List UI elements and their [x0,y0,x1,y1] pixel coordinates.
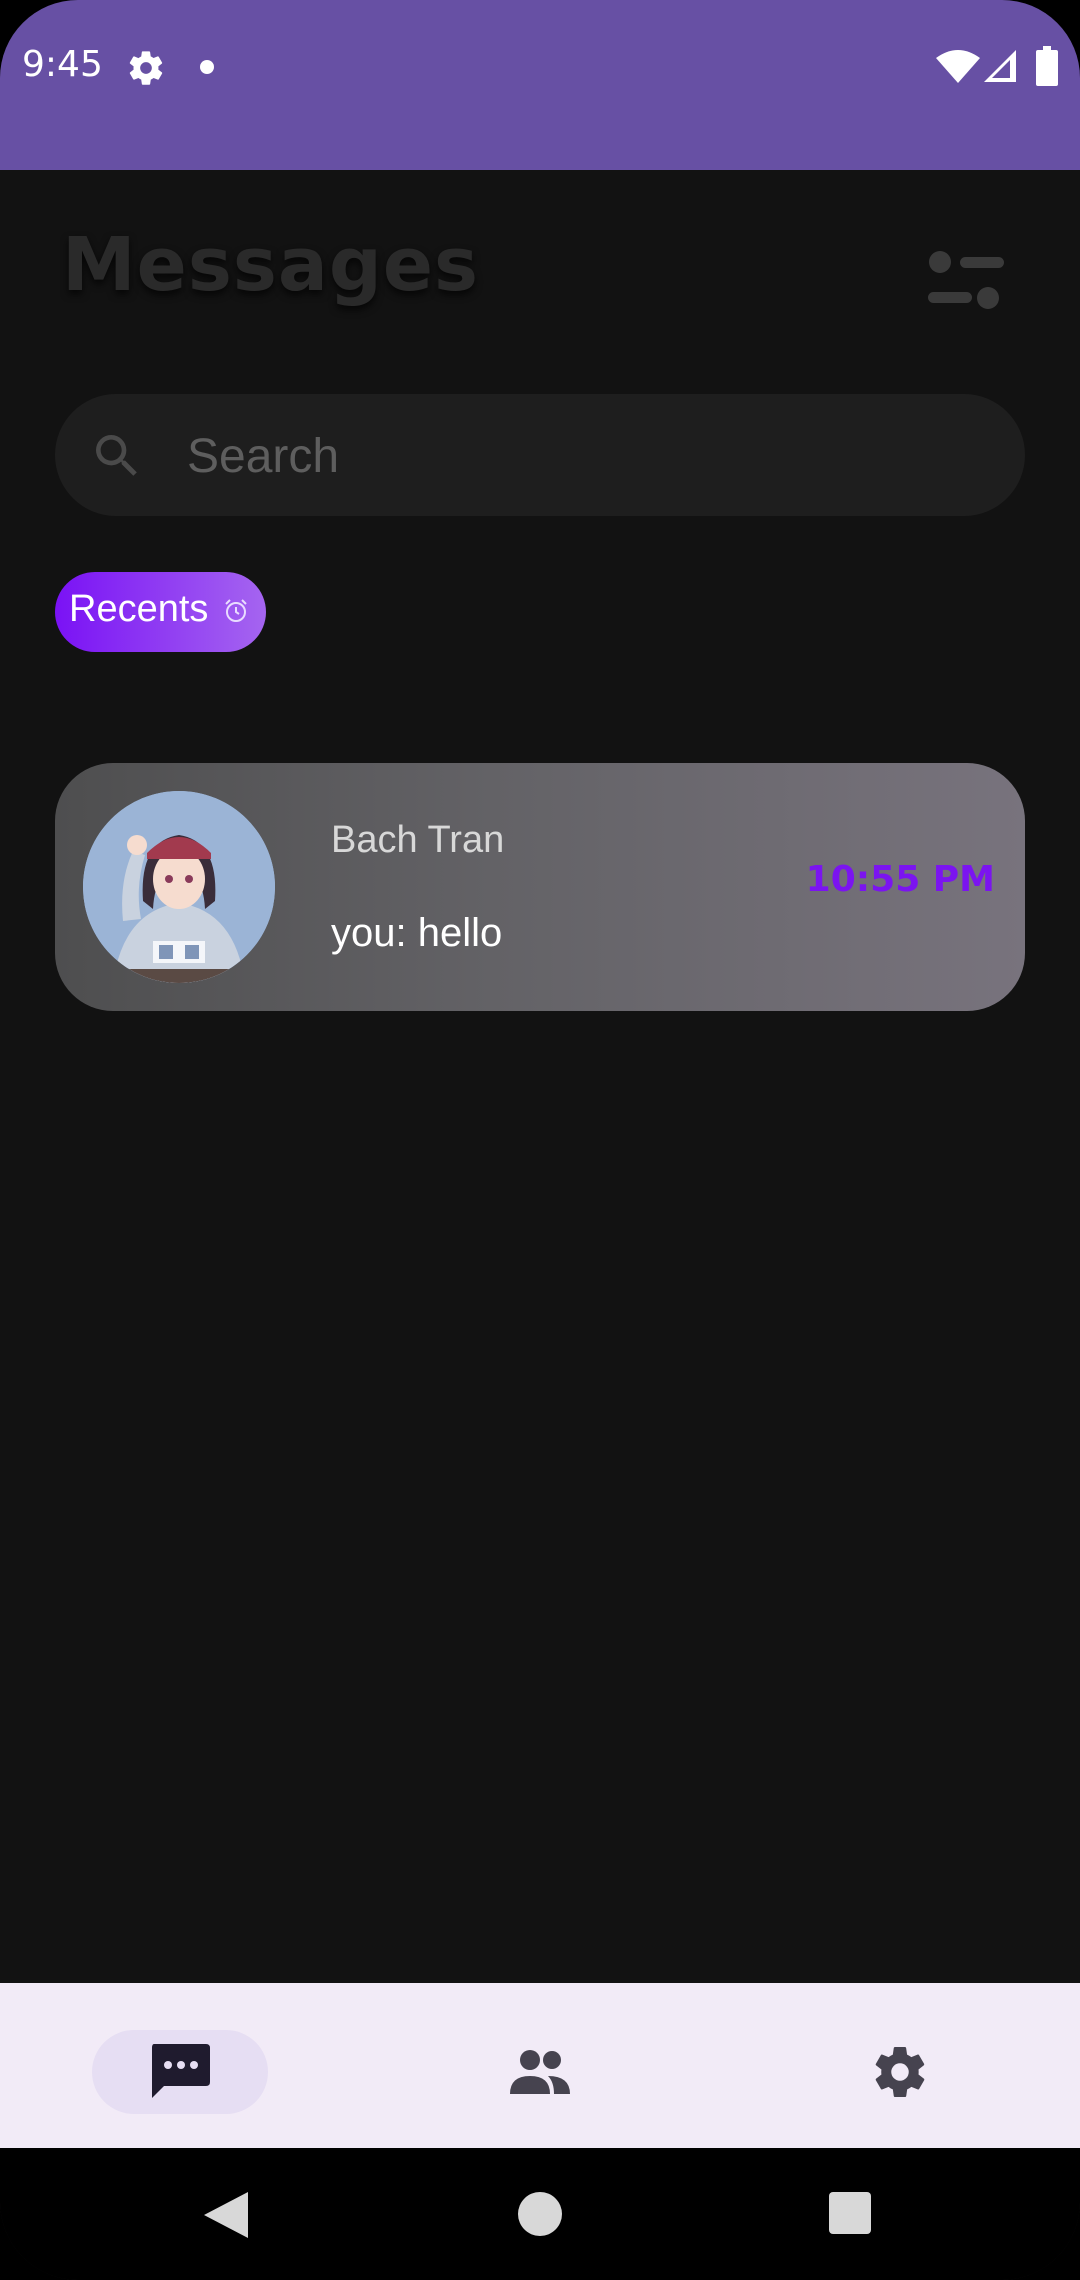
signal-icon [984,50,1016,82]
system-navigation [0,2148,1080,2280]
status-time: 9:45 [22,44,103,85]
conversation-item[interactable]: Bach Tran you: hello 10:55 PM [55,763,1025,1011]
recents-chip[interactable]: Recents [55,572,266,652]
settings-icon [875,2047,925,2098]
contact-name: Bach Tran [331,819,505,861]
filter-icon[interactable] [928,248,1004,318]
alarm-clock-icon [225,599,247,622]
phone-screen: 9:45 Messages Recents [0,0,1080,2280]
bottom-navigation [0,1983,1080,2148]
search-input[interactable] [185,418,989,494]
page-title: Messages [62,222,480,308]
nav-messages[interactable] [92,2030,268,2114]
back-icon[interactable] [200,2190,250,2240]
last-message: you: hello [331,911,503,955]
nav-friends[interactable] [452,2030,628,2114]
battery-icon [1036,46,1058,86]
chat-bubble-icon [152,2044,210,2098]
wifi-icon [936,50,980,83]
nav-settings[interactable] [812,2030,988,2114]
settings-icon [129,51,163,85]
people-icon [510,2050,570,2094]
message-time: 10:55 PM [805,859,995,900]
anime-girl-avatar [83,791,275,983]
search-bar[interactable] [55,394,1025,516]
home-icon[interactable] [518,2192,562,2236]
chip-label: Recents [69,588,209,630]
avatar[interactable] [83,791,275,983]
search-icon [96,435,137,476]
recents-icon[interactable] [829,2192,871,2234]
notification-dot [200,60,214,74]
status-bar: 9:45 [0,0,1080,170]
